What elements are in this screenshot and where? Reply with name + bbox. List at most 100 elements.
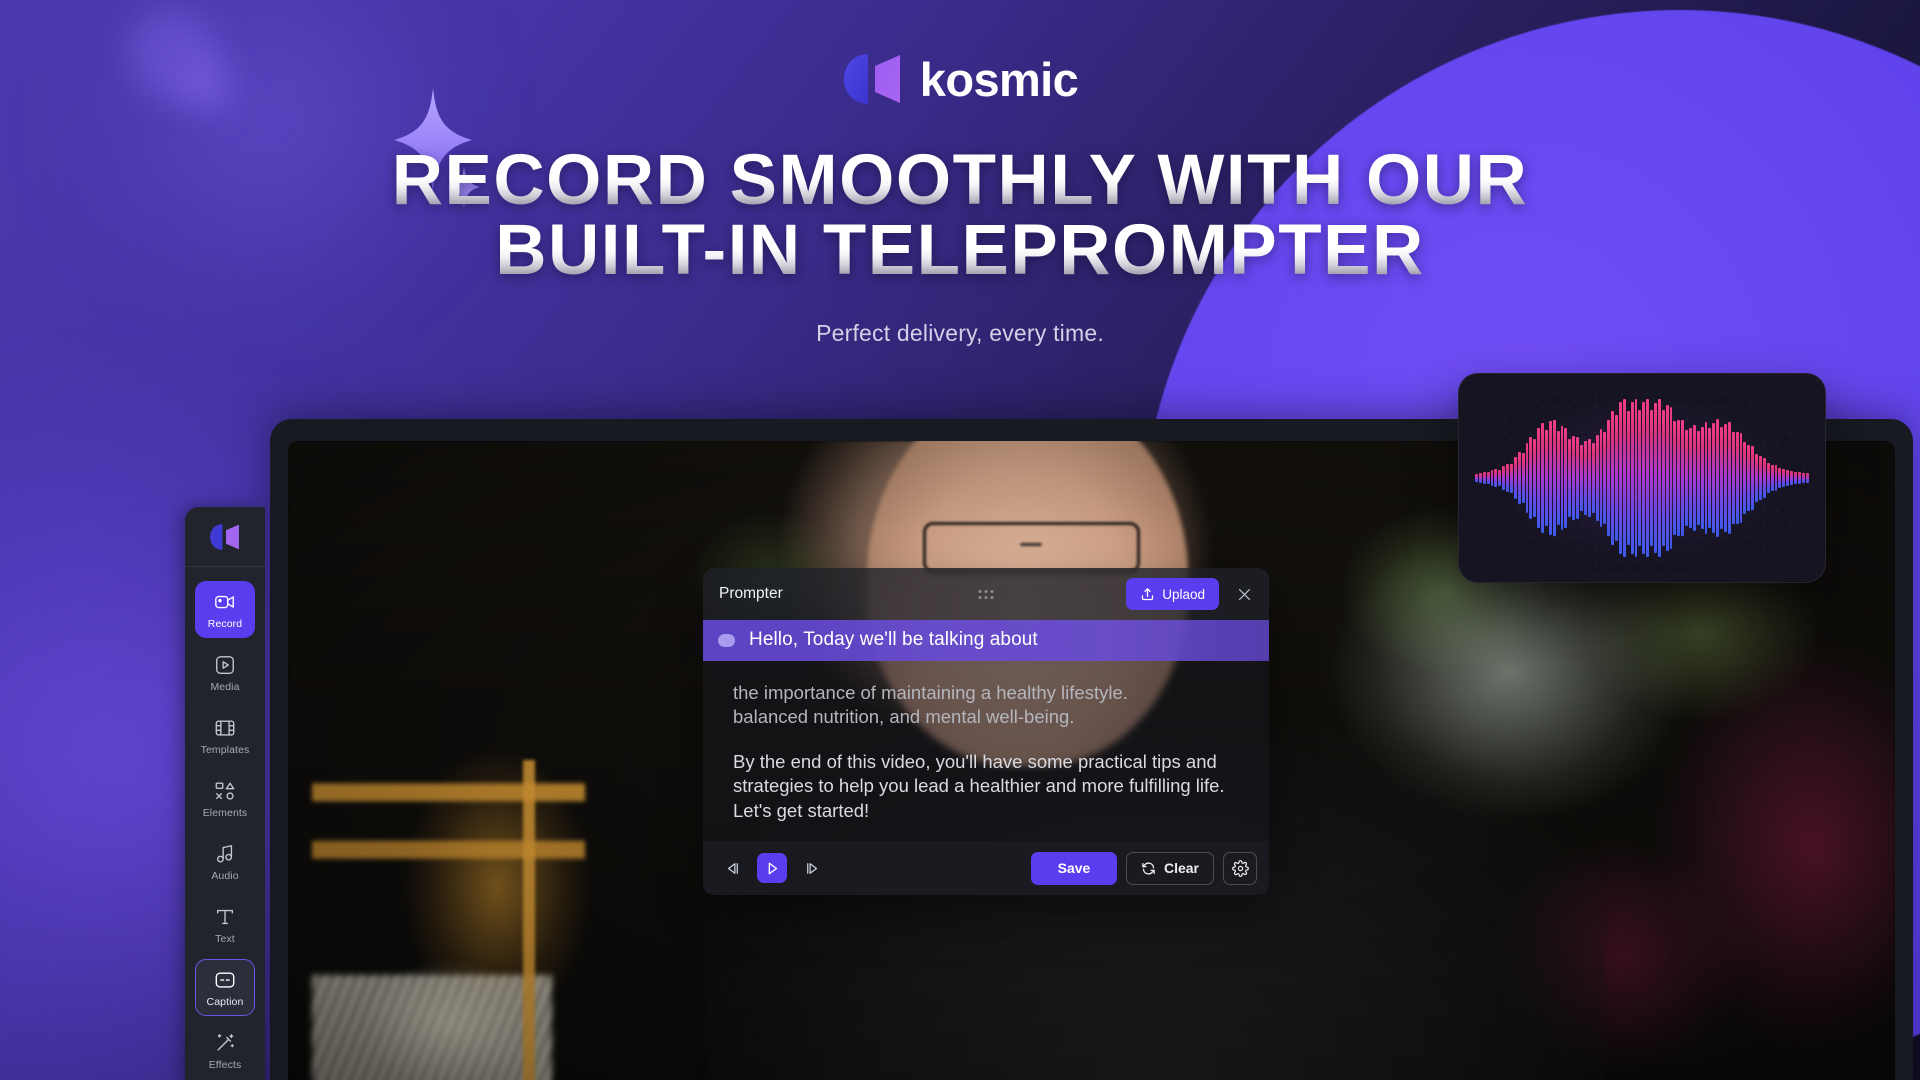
- waveform-bar: [1735, 432, 1739, 524]
- waveform-bar: [1743, 442, 1747, 514]
- waveform-bar: [1646, 398, 1650, 558]
- drag-dots-icon[interactable]: [978, 589, 994, 599]
- prompter-paragraph: the importance of maintaining a healthy …: [733, 682, 1128, 728]
- waveform-bar: [1774, 465, 1778, 491]
- kosmic-logo-mark-icon: [843, 54, 900, 104]
- prompter-panel: Prompter Uplaod Hello, Today we'll be ta…: [703, 568, 1269, 896]
- waveform-bar: [1766, 462, 1770, 494]
- prompter-active-line-text: Hello, Today we'll be talking about: [749, 629, 1038, 650]
- play-icon: [768, 862, 777, 874]
- waveform-bar: [1673, 421, 1677, 535]
- waveform-bar: [1770, 464, 1774, 492]
- waveform-bar: [1568, 438, 1572, 518]
- waveform-bar: [1688, 427, 1692, 529]
- waveform-bar: [1755, 453, 1759, 503]
- sidebar-item-effects[interactable]: Effects: [195, 1022, 255, 1079]
- headline-line-2: BUILT-IN TELEPROMPTER: [0, 215, 1920, 286]
- waveform-bar: [1537, 427, 1541, 529]
- video-subject-glasses: [922, 522, 1140, 574]
- waveform-bar: [1759, 456, 1762, 500]
- waveform-bar: [1556, 431, 1560, 525]
- waveform-bar: [1545, 430, 1548, 526]
- waveform-bar: [1669, 406, 1673, 550]
- waveform-bar: [1521, 452, 1525, 504]
- video-chair: [312, 759, 586, 1080]
- audio-waveform-bars: [1475, 374, 1809, 582]
- clear-button-label: Clear: [1163, 860, 1199, 877]
- sidebar-item-record[interactable]: Record: [195, 581, 255, 638]
- waveform-bar: [1611, 410, 1615, 546]
- waveform-bar: [1805, 473, 1809, 483]
- prompter-header-actions: Uplaod: [1126, 578, 1257, 610]
- waveform-bar: [1587, 438, 1591, 518]
- sidebar-item-label: Text: [215, 933, 235, 945]
- skip-previous-button[interactable]: [717, 853, 747, 883]
- prompter-active-line[interactable]: Hello, Today we'll be talking about: [703, 620, 1269, 661]
- hero-page: kosmic RECORD SMOOTHLY WITH OUR BUILT-IN…: [0, 0, 1920, 1080]
- video-chair-seat: [312, 975, 553, 1080]
- sidebar-item-text[interactable]: Text: [195, 896, 255, 953]
- sidebar-item-label: Media: [210, 681, 240, 693]
- play-square-icon: [214, 654, 236, 676]
- waveform-bar: [1638, 410, 1642, 546]
- settings-button[interactable]: [1223, 851, 1257, 885]
- play-button[interactable]: [757, 853, 787, 884]
- skip-previous-icon: [727, 862, 738, 874]
- shapes-icon: [214, 780, 236, 802]
- skip-next-button[interactable]: [797, 853, 827, 883]
- waveform-bar: [1626, 410, 1630, 546]
- waveform-bar: [1700, 426, 1704, 530]
- waveform-bar: [1762, 457, 1766, 499]
- waveform-bar: [1490, 470, 1494, 486]
- waveform-bar: [1599, 429, 1603, 527]
- page-subtitle: Perfect delivery, every time.: [816, 320, 1104, 346]
- music-note-icon: [214, 843, 236, 865]
- waveform-bar: [1790, 471, 1794, 485]
- waveform-bar: [1650, 410, 1653, 546]
- save-button[interactable]: Save: [1030, 851, 1117, 885]
- waveform-bar: [1704, 421, 1708, 535]
- waveform-bar: [1502, 466, 1506, 490]
- waveform-bar: [1529, 436, 1533, 520]
- waveform-bar: [1533, 439, 1537, 517]
- page-title: RECORD SMOOTHLY WITH OUR BUILT-IN TELEPR…: [0, 145, 1920, 286]
- editor-sidebar: Record Media Templates Elements Audio Text Cap…: [185, 507, 265, 1080]
- waveform-bar: [1778, 468, 1782, 488]
- sidebar-item-list: Record Media Templates Elements Audio Text Cap…: [185, 567, 265, 1079]
- prompter-footer-actions: Save Clear: [1030, 851, 1257, 885]
- waveform-bar: [1712, 423, 1716, 533]
- sidebar-item-label: Record: [207, 618, 243, 630]
- sidebar-item-label: Elements: [202, 807, 248, 819]
- sidebar-item-audio[interactable]: Audio: [195, 833, 255, 890]
- waveform-bar: [1482, 471, 1486, 485]
- caption-box-icon: [214, 969, 236, 991]
- sidebar-item-elements[interactable]: Elements: [195, 770, 255, 827]
- waveform-bar: [1513, 457, 1517, 499]
- sidebar-item-label: Caption: [206, 996, 244, 1008]
- clear-button[interactable]: Clear: [1125, 851, 1214, 885]
- waveform-bar: [1797, 471, 1801, 485]
- close-x-icon: [1238, 588, 1250, 600]
- waveform-bar: [1583, 440, 1587, 516]
- prompter-footer-toolbar: Save Clear: [703, 841, 1269, 896]
- sidebar-item-label: Effects: [208, 1059, 242, 1071]
- waveform-bar: [1618, 402, 1622, 554]
- waveform-bar: [1681, 420, 1685, 536]
- waveform-bar: [1572, 435, 1576, 521]
- prompter-script-body[interactable]: Hello, Today we'll be talking about the …: [703, 620, 1269, 842]
- waveform-bar: [1552, 420, 1556, 536]
- sidebar-logo[interactable]: [185, 507, 265, 567]
- video-camera-icon: [214, 591, 236, 613]
- waveform-bar: [1685, 430, 1688, 526]
- waveform-bar: [1478, 472, 1482, 484]
- sidebar-item-templates[interactable]: Templates: [195, 707, 255, 764]
- upload-button[interactable]: Uplaod: [1126, 578, 1219, 610]
- waveform-bar: [1564, 427, 1568, 529]
- waveform-bar: [1782, 469, 1786, 487]
- waveform-bar: [1653, 402, 1657, 554]
- sidebar-item-caption[interactable]: Caption: [195, 959, 255, 1016]
- close-button[interactable]: [1231, 581, 1257, 607]
- sidebar-item-media[interactable]: Media: [195, 644, 255, 701]
- waveform-bar: [1657, 398, 1661, 558]
- waveform-bar: [1615, 415, 1618, 541]
